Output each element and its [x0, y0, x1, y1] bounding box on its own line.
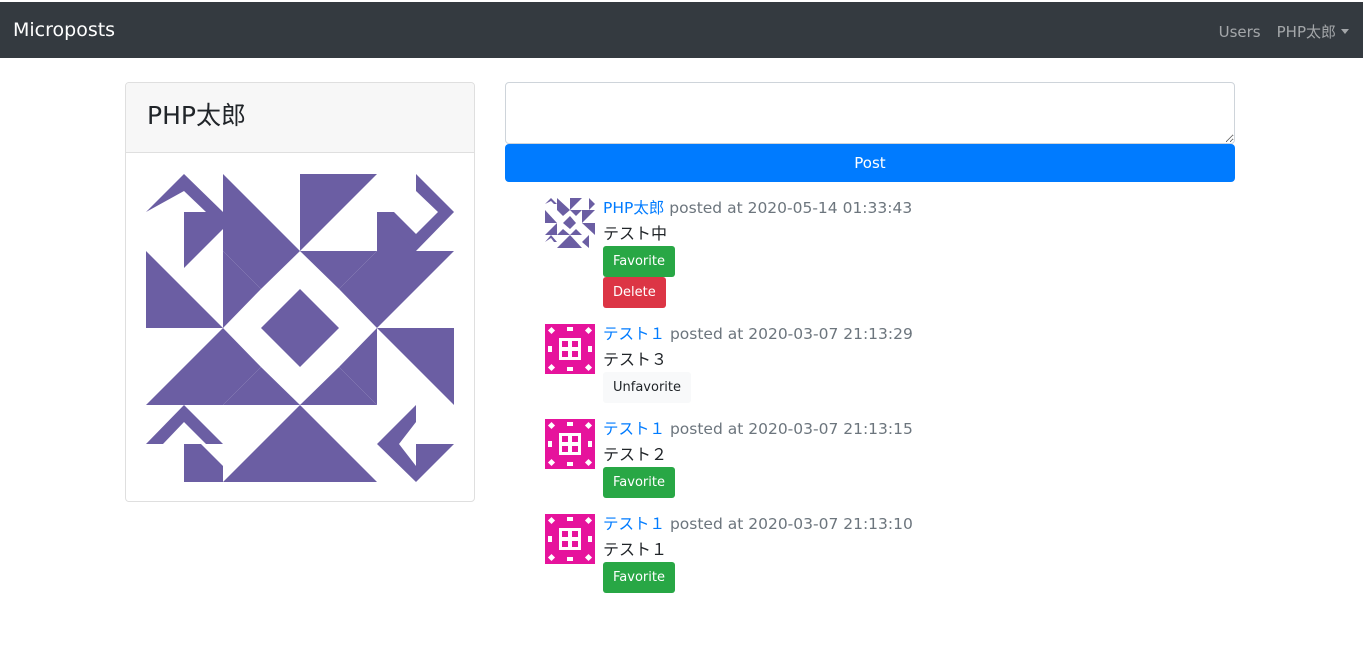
favorite-button[interactable]: Favorite	[603, 246, 675, 277]
micropost-header: テスト１ posted at 2020-03-07 21:13:15	[603, 417, 913, 439]
micropost-textarea[interactable]	[505, 82, 1235, 144]
nav-right: Users PHP太郎	[1219, 21, 1349, 42]
identicon-avatar	[545, 324, 595, 374]
delete-button[interactable]: Delete	[603, 277, 666, 308]
micropost-user-link[interactable]: テスト１	[603, 420, 665, 438]
micropost-timestamp: posted at 2020-03-07 21:13:15	[669, 420, 913, 438]
micropost-timestamp: posted at 2020-03-07 21:13:29	[669, 325, 913, 343]
profile-card-header: PHP太郎	[126, 83, 474, 153]
brand-link[interactable]: Microposts	[13, 19, 115, 41]
identicon-avatar	[545, 514, 595, 564]
micropost-timestamp: posted at 2020-03-07 21:13:10	[669, 515, 913, 533]
favorite-button[interactable]: Favorite	[603, 562, 675, 593]
user-dropdown-toggle[interactable]: PHP太郎	[1277, 21, 1349, 42]
favorite-button[interactable]: Favorite	[603, 467, 675, 498]
micropost-user-link[interactable]: テスト１	[603, 515, 665, 533]
profile-name: PHP太郎	[147, 101, 246, 130]
navbar: Microposts Users PHP太郎	[0, 2, 1363, 58]
micropost-header: テスト１ posted at 2020-03-07 21:13:10	[603, 512, 913, 534]
micropost-timestamp: posted at 2020-05-14 01:33:43	[669, 199, 913, 217]
identicon-avatar	[545, 198, 595, 248]
unfavorite-button[interactable]: Unfavorite	[603, 372, 691, 403]
post-button[interactable]: Post	[505, 144, 1235, 182]
user-dropdown-label: PHP太郎	[1276, 23, 1336, 41]
micropost-content: テスト２	[603, 445, 668, 464]
identicon-avatar	[545, 419, 595, 469]
micropost-user-link[interactable]: テスト１	[603, 325, 665, 343]
micropost-user-link[interactable]: PHP太郎	[603, 199, 664, 217]
profile-card: PHP太郎	[125, 82, 475, 502]
micropost-header: PHP太郎 posted at 2020-05-14 01:33:43	[603, 196, 912, 218]
caret-down-icon	[1341, 29, 1349, 34]
micropost-content: テスト１	[603, 540, 668, 559]
nav-users-link[interactable]: Users	[1219, 23, 1261, 41]
micropost-content: テスト３	[603, 350, 668, 369]
micropost-header: テスト１ posted at 2020-03-07 21:13:29	[603, 322, 913, 344]
identicon-avatar	[146, 174, 454, 482]
micropost-content: テスト中	[603, 224, 668, 243]
